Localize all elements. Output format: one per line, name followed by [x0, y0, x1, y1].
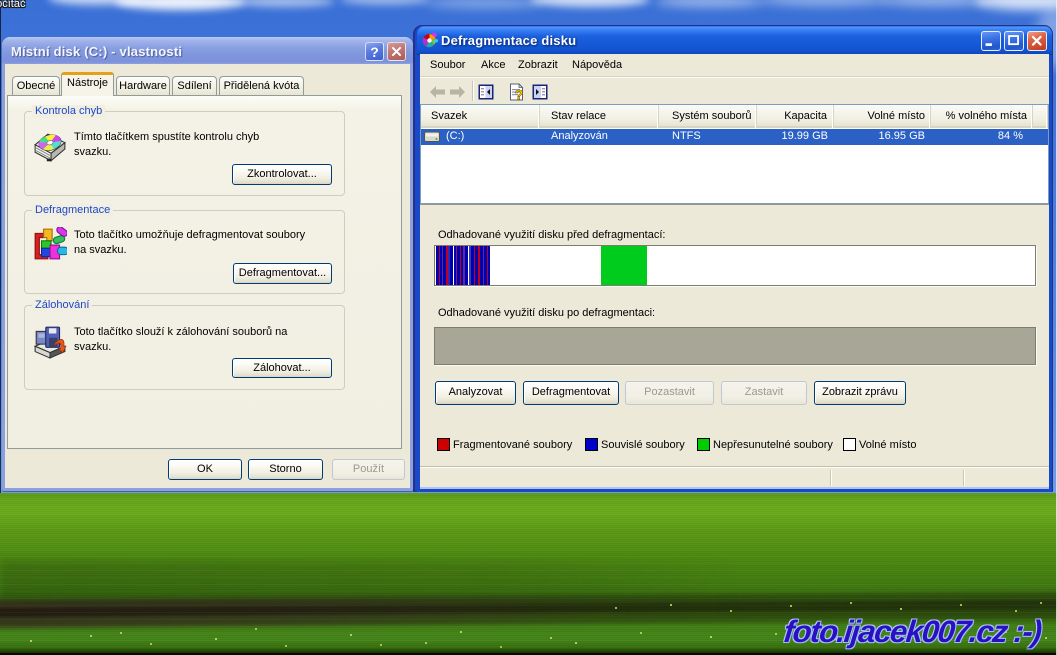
svg-text:?: ?: [515, 87, 524, 102]
